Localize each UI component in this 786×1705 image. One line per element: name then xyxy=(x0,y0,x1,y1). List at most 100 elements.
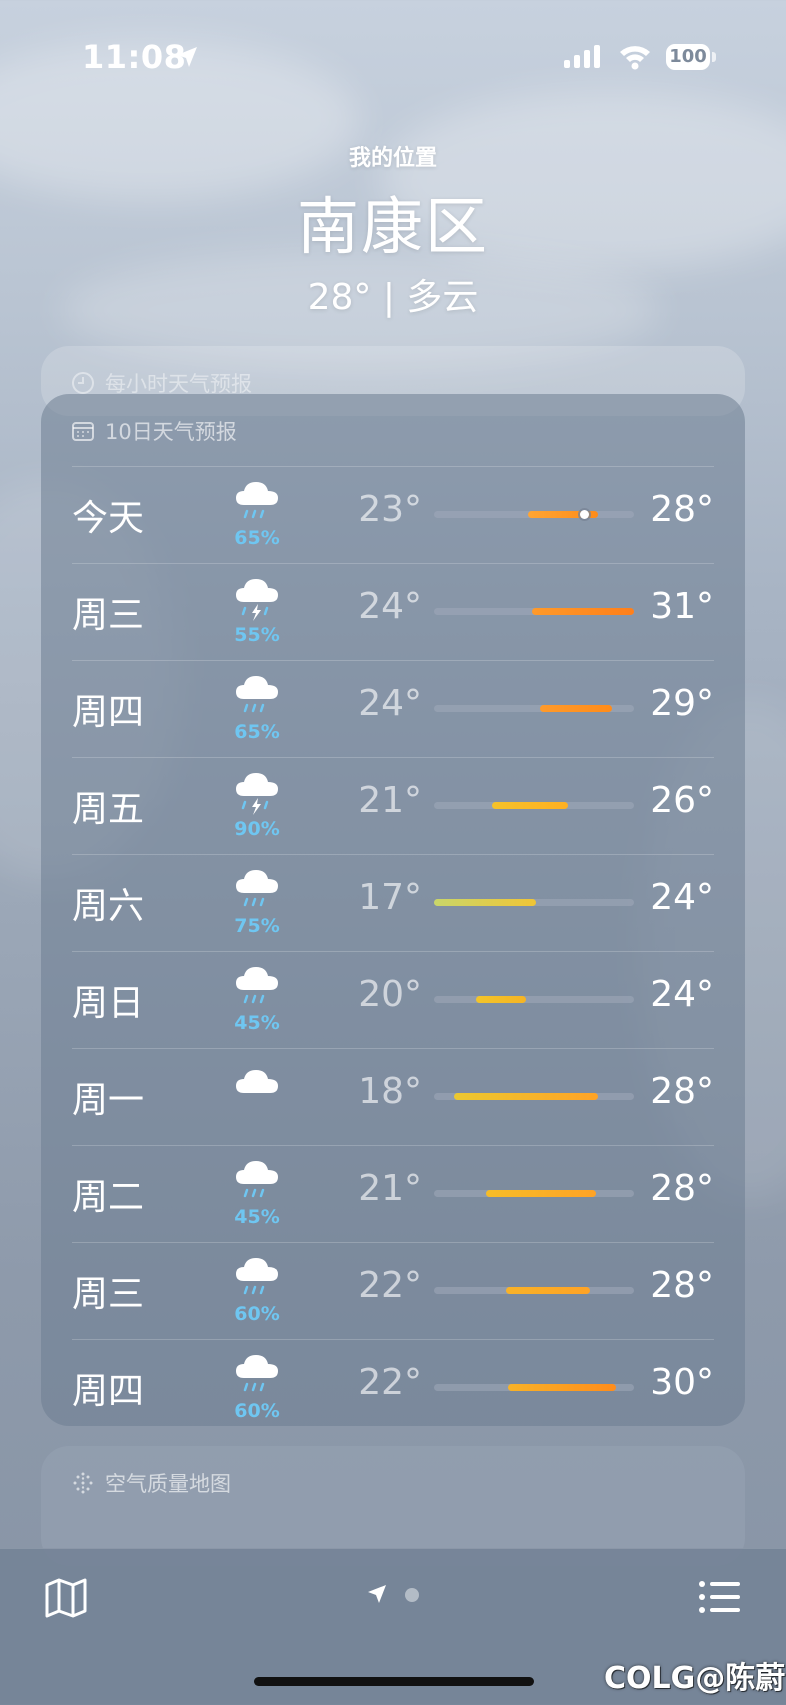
high-temp: 24° xyxy=(650,974,714,1015)
precipitation-chance: 45% xyxy=(234,1206,280,1228)
high-temp: 28° xyxy=(650,489,714,530)
temperature-range-track xyxy=(434,802,634,809)
forecast-day: 周四 xyxy=(72,1371,145,1412)
forecast-row[interactable]: 周日 45% 20° 24° xyxy=(72,951,714,1048)
forecast-row[interactable]: 周四 60% 22° 30° xyxy=(72,1339,714,1436)
battery-icon: 100 xyxy=(666,44,718,72)
location-header: 我的位置 南康区 28° | 多云 xyxy=(0,140,786,320)
precipitation-chance: 75% xyxy=(234,915,280,937)
battery-level: 100 xyxy=(666,44,710,70)
cellular-signal-icon xyxy=(564,45,600,68)
rain-cloud-icon xyxy=(236,676,278,713)
forecast-row[interactable]: 周一 18° 28° xyxy=(72,1048,714,1145)
high-temp: 28° xyxy=(650,1071,714,1112)
precipitation-chance: 65% xyxy=(234,527,280,549)
forecast-day: 周五 xyxy=(72,789,145,830)
forecast-row[interactable]: 周四 65% 24° 29° xyxy=(72,660,714,757)
forecast-rows: 今天 65% 23° 28° 周三 55% 24° 31° 周四 65% 24° 29° 周五 90% 21… xyxy=(72,466,714,1436)
precipitation-chance: 60% xyxy=(234,1400,280,1422)
high-temp: 30° xyxy=(650,1362,714,1403)
bottom-toolbar: COLG@陈蔚 xyxy=(0,1548,786,1705)
temperature-range-bar xyxy=(540,705,612,712)
forecast-day: 周日 xyxy=(72,983,145,1024)
list-icon[interactable] xyxy=(698,1579,740,1615)
forecast-day: 周三 xyxy=(72,1274,145,1315)
temperature-range-bar xyxy=(492,802,568,809)
low-temp: 18° xyxy=(358,1071,422,1112)
low-temp: 24° xyxy=(358,683,422,724)
watermark: COLG@陈蔚 xyxy=(604,1661,786,1696)
status-bar: 11:08 100 xyxy=(0,0,786,110)
my-location-label: 我的位置 xyxy=(348,146,437,171)
temperature-range-bar xyxy=(532,608,634,615)
temperature-range-bar xyxy=(506,1287,590,1294)
forecast-row[interactable]: 周二 45% 21° 28° xyxy=(72,1145,714,1242)
ten-day-forecast-title: 10日天气预报 xyxy=(105,420,237,444)
forecast-row[interactable]: 周六 75% 17° 24° xyxy=(72,854,714,951)
temperature-range-bar xyxy=(434,899,536,906)
temperature-range-track xyxy=(434,705,634,712)
air-quality-title: 空气质量地图 xyxy=(105,1472,231,1496)
temperature-range-track xyxy=(434,899,634,906)
forecast-row[interactable]: 周五 90% 21° 26° xyxy=(72,757,714,854)
thunderstorm-icon xyxy=(236,579,278,621)
forecast-day: 今天 xyxy=(72,498,145,539)
ten-day-forecast-card[interactable]: 10日天气预报 今天 65% 23° 28° 周三 55% 24° 31° 周四 65% 24° 29… xyxy=(41,394,745,1426)
rain-cloud-icon xyxy=(236,870,278,907)
rain-cloud-icon xyxy=(236,1355,278,1392)
temperature-range-track xyxy=(434,996,634,1003)
temperature-range-track xyxy=(434,1287,634,1294)
forecast-day: 周六 xyxy=(72,886,145,927)
high-temp: 24° xyxy=(650,877,714,918)
home-indicator[interactable] xyxy=(254,1677,534,1686)
current-location-page-icon[interactable] xyxy=(366,1583,388,1605)
high-temp: 28° xyxy=(650,1265,714,1306)
clock-icon xyxy=(72,372,94,394)
low-temp: 20° xyxy=(358,974,422,1015)
precipitation-chance: 90% xyxy=(234,818,280,840)
calendar-icon xyxy=(72,422,94,441)
precipitation-chance: 65% xyxy=(234,721,280,743)
high-temp: 26° xyxy=(650,780,714,821)
temperature-range-track xyxy=(434,1384,634,1391)
forecast-day: 周四 xyxy=(72,692,145,733)
temperature-range-track xyxy=(434,1190,634,1197)
location-arrow-icon xyxy=(177,47,197,67)
forecast-day: 周一 xyxy=(72,1080,145,1121)
precipitation-chance: 45% xyxy=(234,1012,280,1034)
page-indicator-dot[interactable] xyxy=(405,1588,419,1602)
wifi-icon xyxy=(620,46,650,70)
high-temp: 29° xyxy=(650,683,714,724)
temperature-range-bar xyxy=(486,1190,596,1197)
forecast-row[interactable]: 周三 60% 22° 28° xyxy=(72,1242,714,1339)
precipitation-chance: 60% xyxy=(234,1303,280,1325)
low-temp: 22° xyxy=(358,1265,422,1306)
map-icon[interactable] xyxy=(44,1577,88,1619)
rain-cloud-icon xyxy=(236,967,278,1004)
rain-cloud-icon xyxy=(236,482,278,519)
forecast-day: 周二 xyxy=(72,1177,145,1218)
temperature-range-bar xyxy=(508,1384,616,1391)
rain-cloud-icon xyxy=(236,1258,278,1295)
low-temp: 24° xyxy=(358,586,422,627)
current-summary: 28° | 多云 xyxy=(307,277,479,318)
forecast-row[interactable]: 周三 55% 24° 31° xyxy=(72,563,714,660)
temperature-range-bar xyxy=(476,996,526,1003)
low-temp: 17° xyxy=(358,877,422,918)
low-temp: 22° xyxy=(358,1362,422,1403)
precipitation-chance: 55% xyxy=(234,624,280,646)
thunderstorm-icon xyxy=(236,773,278,815)
temperature-range-track xyxy=(434,608,634,615)
high-temp: 31° xyxy=(650,586,714,627)
low-temp: 21° xyxy=(358,780,422,821)
temperature-range-track xyxy=(434,1093,634,1100)
forecast-row[interactable]: 今天 65% 23° 28° xyxy=(72,466,714,563)
forecast-day: 周三 xyxy=(72,595,145,636)
high-temp: 28° xyxy=(650,1168,714,1209)
temperature-range-bar xyxy=(454,1093,598,1100)
low-temp: 23° xyxy=(358,489,422,530)
current-temp-marker xyxy=(580,510,589,519)
rain-cloud-icon xyxy=(236,1161,278,1198)
air-quality-icon xyxy=(73,1472,93,1494)
cloud-icon xyxy=(236,1070,278,1093)
